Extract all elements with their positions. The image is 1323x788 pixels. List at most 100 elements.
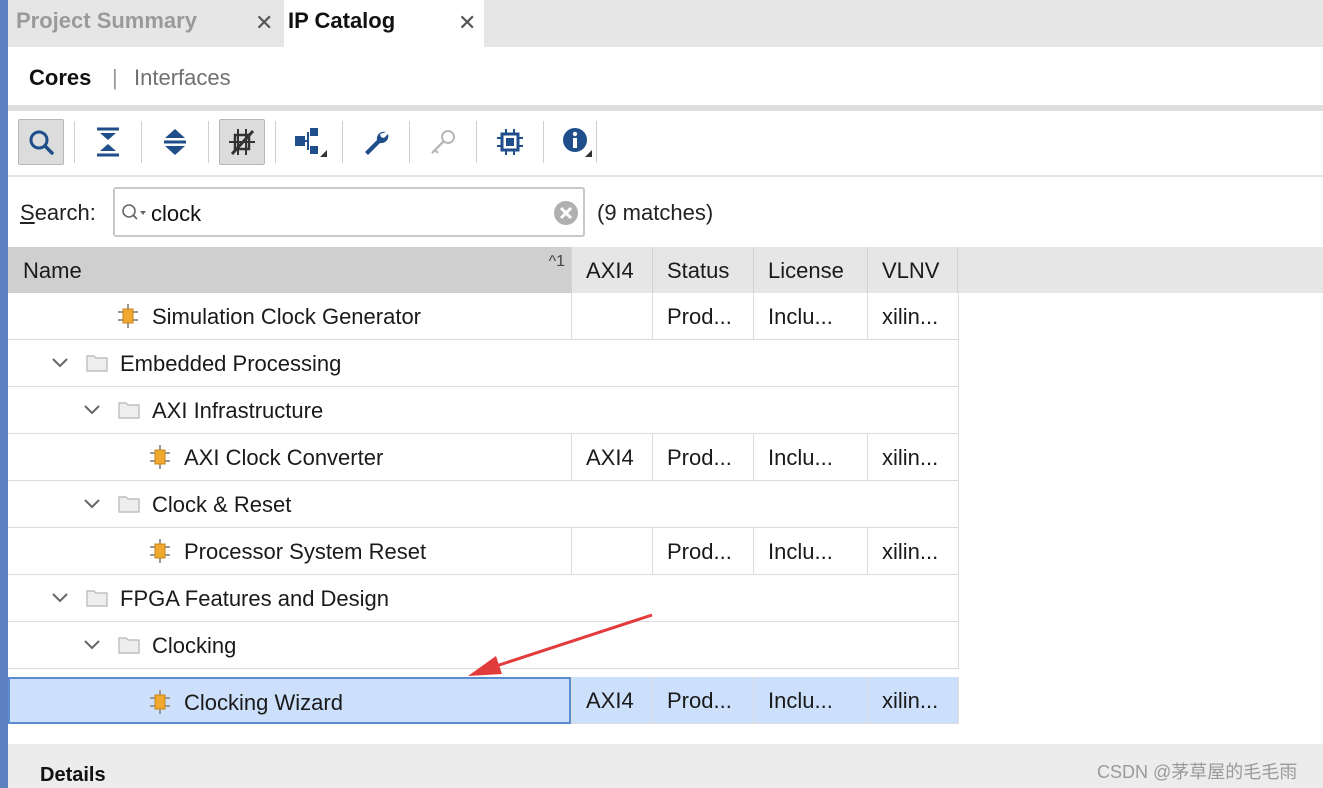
column-header-status[interactable]: Status	[652, 247, 753, 293]
license-cell: Inclu...	[753, 293, 867, 340]
close-icon[interactable]: ✕	[255, 10, 273, 36]
search-bar: Search: (9 matches)	[8, 177, 1323, 247]
tab-label: Project Summary	[16, 8, 197, 33]
sort-ascending-icon: ^1	[548, 253, 565, 270]
key-icon	[431, 130, 455, 154]
chip-icon	[497, 129, 523, 155]
table-header: Name ^1 AXI4 Status License VLNV	[8, 247, 1323, 293]
close-icon[interactable]: ✕	[458, 10, 476, 36]
chevron-down-icon[interactable]	[82, 635, 102, 655]
name-cell: Clocking Wizard	[8, 677, 571, 724]
match-count: (9 matches)	[597, 200, 714, 225]
subtab-cores[interactable]: Cores	[29, 65, 91, 91]
search-icon	[122, 204, 146, 220]
tab-ip-catalog[interactable]: IP Catalog ✕	[284, 0, 484, 47]
status-cell: Prod...	[652, 293, 753, 340]
expand-all-icon	[164, 129, 186, 155]
toolbar-separator	[342, 121, 343, 163]
clear-icon[interactable]	[553, 200, 579, 226]
ip-core-icon	[150, 539, 170, 563]
toolbar-separator	[409, 121, 410, 163]
watermark: CSDN @茅草屋的毛毛雨	[1097, 762, 1298, 782]
status-cell: Prod...	[652, 434, 753, 481]
customize-ip-button[interactable]	[353, 119, 399, 165]
axi4-cell	[571, 293, 652, 340]
vlnv-cell: xilin...	[867, 434, 959, 481]
license-cell: Inclu...	[753, 528, 867, 575]
ip-core-icon	[150, 445, 170, 469]
table-row[interactable]: AXI Infrastructure	[8, 387, 959, 434]
table-row[interactable]: Simulation Clock Generator Prod... Inclu…	[8, 293, 959, 340]
folder-icon	[118, 402, 140, 419]
table-row[interactable]: AXI Clock Converter AXI4 Prod... Inclu..…	[8, 434, 959, 481]
info-button[interactable]	[554, 119, 600, 165]
tab-project-summary[interactable]: Project Summary ✕	[8, 0, 284, 47]
folder-icon	[118, 496, 140, 513]
axi4-cell: AXI4	[571, 677, 652, 724]
vlnv-cell: xilin...	[867, 528, 959, 575]
chevron-down-icon[interactable]	[50, 353, 70, 373]
show-hide-incompatible-icon	[229, 129, 255, 156]
chevron-down-icon[interactable]	[82, 494, 102, 514]
row-name: Clocking	[152, 633, 237, 658]
table-row[interactable]: Clocking	[8, 622, 959, 669]
toolbar-separator	[543, 121, 544, 163]
hierarchy-icon	[295, 128, 327, 157]
row-name: AXI Clock Converter	[184, 445, 384, 470]
name-cell: Processor System Reset	[8, 528, 571, 575]
axi4-cell: AXI4	[571, 434, 652, 481]
ip-core-icon	[150, 690, 170, 714]
name-cell: AXI Clock Converter	[8, 434, 571, 481]
search-label: Search:	[20, 200, 96, 225]
row-name: Embedded Processing	[120, 351, 342, 376]
chevron-down-icon[interactable]	[82, 400, 102, 420]
tab-label: IP Catalog	[288, 8, 396, 33]
column-header-name[interactable]: Name ^1	[8, 247, 571, 293]
show-incompatible-button[interactable]	[219, 119, 265, 165]
name-cell: Simulation Clock Generator	[8, 293, 571, 340]
toolbar-separator	[208, 121, 209, 163]
table-row[interactable]: FPGA Features and Design	[8, 575, 959, 622]
chevron-down-icon[interactable]	[50, 588, 70, 608]
hierarchy-button[interactable]	[288, 119, 334, 165]
status-cell: Prod...	[652, 677, 753, 724]
search-field[interactable]	[113, 187, 585, 237]
toolbar-separator	[74, 121, 75, 163]
catalog-view-switcher: Cores | Interfaces	[8, 47, 1323, 107]
column-header-vlnv[interactable]: VLNV	[867, 247, 958, 293]
subtab-separator: |	[112, 65, 118, 90]
axi4-cell	[571, 528, 652, 575]
ip-core-icon	[118, 304, 138, 328]
license-cell: Inclu...	[753, 677, 867, 724]
window-edge	[0, 0, 8, 788]
vlnv-cell: xilin...	[867, 677, 959, 724]
license-button[interactable]	[420, 119, 466, 165]
subtab-interfaces[interactable]: Interfaces	[134, 65, 231, 91]
row-name: Processor System Reset	[184, 539, 427, 564]
ip-details-button[interactable]	[487, 119, 533, 165]
column-label: Name	[23, 258, 82, 283]
folder-icon	[86, 590, 108, 607]
row-name: Simulation Clock Generator	[152, 304, 422, 329]
row-name: Clocking Wizard	[184, 690, 343, 715]
row-name: FPGA Features and Design	[120, 586, 390, 611]
details-title: Details	[40, 764, 106, 786]
collapse-all-button[interactable]	[85, 119, 131, 165]
catalog-toolbar	[8, 111, 1323, 175]
table-row[interactable]: Clock & Reset	[8, 481, 959, 528]
table-row-selected[interactable]: Clocking Wizard AXI4 Prod... Inclu... xi…	[8, 677, 959, 724]
column-header-license[interactable]: License	[753, 247, 867, 293]
search-icon	[29, 130, 54, 155]
folder-icon	[86, 355, 108, 372]
toolbar-separator	[275, 121, 276, 163]
search-toggle-button[interactable]	[18, 119, 64, 165]
table-row[interactable]: Embedded Processing	[8, 340, 959, 387]
search-input[interactable]	[151, 201, 531, 227]
editor-tab-strip: Project Summary ✕ IP Catalog ✕	[8, 0, 1323, 47]
toolbar-separator	[141, 121, 142, 163]
column-header-axi4[interactable]: AXI4	[571, 247, 652, 293]
table-row[interactable]: Processor System Reset Prod... Inclu... …	[8, 528, 959, 575]
expand-all-button[interactable]	[152, 119, 198, 165]
status-cell: Prod...	[652, 528, 753, 575]
folder-icon	[118, 637, 140, 654]
